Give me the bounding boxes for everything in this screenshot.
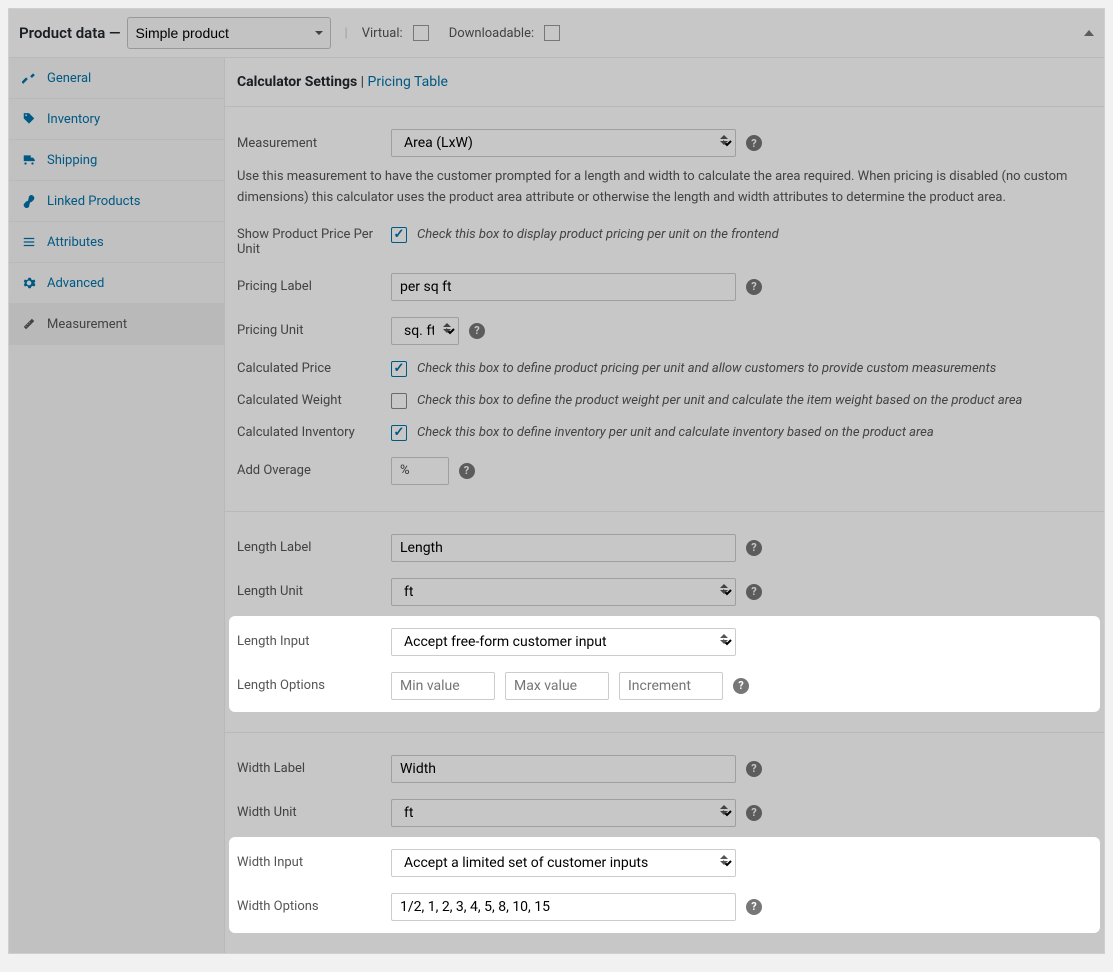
show-price-per-unit-desc: Check this box to display product pricin… [417,227,779,242]
sidebar-item-label: Measurement [47,317,127,332]
calculated-price-checkbox[interactable] [391,361,407,377]
help-icon[interactable]: ? [459,463,475,479]
panel-header: Product data — Simple product | Virtual:… [9,9,1104,58]
length-unit-select[interactable]: ft [391,578,736,606]
length-label-input[interactable] [391,534,736,562]
help-icon[interactable]: ? [746,805,762,821]
pricing-unit-select[interactable]: sq. ft. [391,317,459,345]
length-max-input[interactable] [505,672,609,700]
measurement-content: Calculator Settings | Pricing Table Meas… [225,58,1104,953]
sidebar-item-label: Linked Products [47,194,140,209]
panel-title: Product data — [19,24,121,42]
tab-advanced[interactable]: Advanced [9,263,224,304]
product-type-select[interactable]: Simple product [127,17,331,49]
calculator-settings-title: Calculator Settings [237,74,357,90]
content-header: Calculator Settings | Pricing Table [225,58,1104,107]
length-input-select[interactable]: Accept free-form customer input [391,628,736,656]
pricing-label-label: Pricing Label [237,279,391,294]
calculated-inventory-checkbox[interactable] [391,425,407,441]
help-icon[interactable]: ? [469,323,485,339]
pricing-unit-label: Pricing Unit [237,323,391,338]
tab-general[interactable]: General [9,58,224,99]
list-icon [21,234,37,250]
add-overage-label: Add Overage [237,463,391,478]
gear-icon [21,275,37,291]
help-icon[interactable]: ? [746,279,762,295]
downloadable-label: Downloadable: [449,26,534,41]
add-overage-input[interactable] [418,458,448,484]
tab-shipping[interactable]: Shipping [9,140,224,181]
help-icon[interactable]: ? [746,761,762,777]
sidebar-item-label: Attributes [47,235,104,250]
width-unit-label: Width Unit [237,805,391,820]
virtual-checkbox[interactable] [413,25,429,41]
add-overage-field: % [391,457,449,485]
length-unit-label: Length Unit [237,584,391,599]
calculated-inventory-label: Calculated Inventory [237,425,391,440]
truck-icon [21,152,37,168]
length-input-label: Length Input [237,634,391,649]
length-label-label: Length Label [237,540,391,555]
help-icon[interactable]: ? [746,135,762,151]
ruler-icon [21,316,37,332]
sidebar-item-label: General [47,71,91,86]
virtual-label: Virtual: [362,26,403,41]
measurement-select[interactable]: Area (LxW) [391,129,736,157]
length-min-input[interactable] [391,672,495,700]
show-price-per-unit-checkbox[interactable] [391,227,407,243]
measurement-desc: Use this measurement to have the custome… [237,165,1092,219]
width-label-input[interactable] [391,755,736,783]
width-input-label: Width Input [237,855,391,870]
link-icon [21,193,37,209]
pricing-label-input[interactable] [391,273,736,301]
help-icon[interactable]: ? [746,540,762,556]
downloadable-checkbox[interactable] [544,25,560,41]
sidebar-item-label: Advanced [47,276,104,291]
width-options-label: Width Options [237,899,391,914]
calculated-weight-desc: Check this box to define the product wei… [417,393,1022,408]
help-icon[interactable]: ? [733,678,749,694]
width-unit-select[interactable]: ft [391,799,736,827]
length-increment-input[interactable] [619,672,723,700]
percent-icon: % [392,463,418,478]
length-options-label: Length Options [237,678,391,693]
tab-inventory[interactable]: Inventory [9,99,224,140]
calculated-weight-label: Calculated Weight [237,393,391,408]
wrench-icon [21,70,37,86]
product-data-tabs: General Inventory Shipping Linked Produc… [9,58,225,953]
calculated-price-label: Calculated Price [237,361,391,376]
tab-measurement[interactable]: Measurement [9,304,224,345]
show-price-per-unit-label: Show Product Price Per Unit [237,227,391,257]
width-label-label: Width Label [237,761,391,776]
measurement-label: Measurement [237,136,391,151]
calculated-inventory-desc: Check this box to define inventory per u… [417,425,934,440]
tab-linked-products[interactable]: Linked Products [9,181,224,222]
width-input-select[interactable]: Accept a limited set of customer inputs [391,849,736,877]
sidebar-item-label: Inventory [47,112,100,127]
help-icon[interactable]: ? [746,584,762,600]
calculated-weight-checkbox[interactable] [391,393,407,409]
tab-attributes[interactable]: Attributes [9,222,224,263]
collapse-caret-icon[interactable] [1084,30,1094,36]
sidebar-item-label: Shipping [47,153,97,168]
width-options-input[interactable] [391,893,736,921]
pricing-table-link[interactable]: Pricing Table [368,74,448,90]
help-icon[interactable]: ? [746,899,762,915]
tag-icon [21,111,37,127]
calculated-price-desc: Check this box to define product pricing… [417,361,996,376]
product-data-panel: Product data — Simple product | Virtual:… [8,8,1105,954]
